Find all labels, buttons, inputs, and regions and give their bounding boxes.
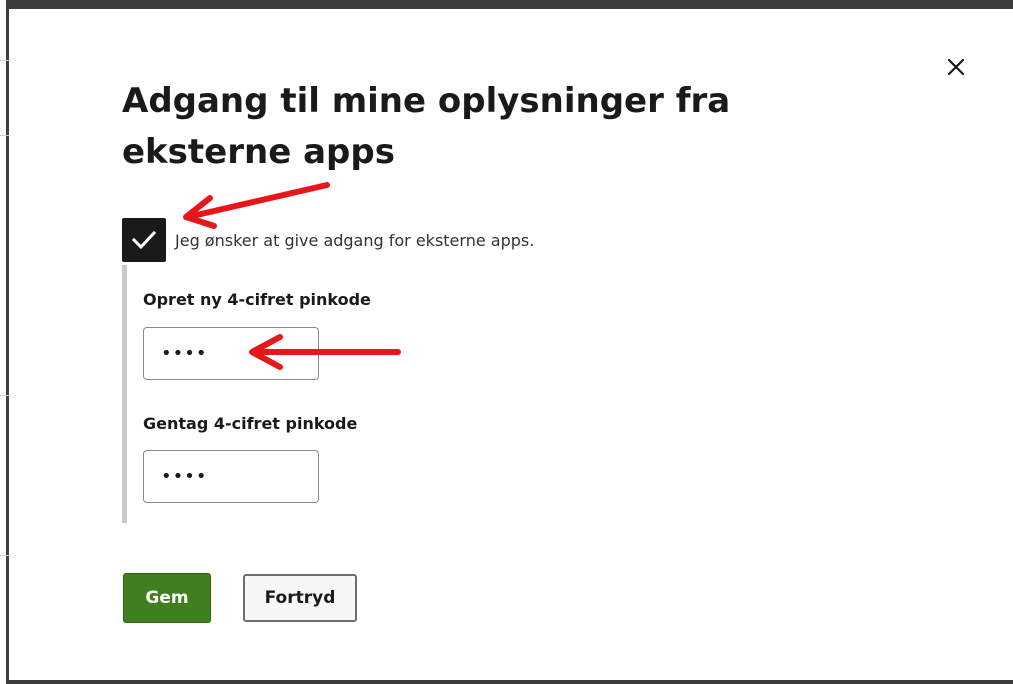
backdrop-divider	[0, 395, 9, 396]
nested-section-indicator	[122, 265, 127, 523]
repeat-pin-label: Gentag 4-cifret pinkode	[143, 414, 358, 433]
backdrop-left-edge	[0, 0, 9, 684]
save-button[interactable]: Gem	[123, 573, 211, 623]
backdrop-top-edge	[0, 0, 1013, 9]
screenshot-root: Adgang til mine oplysninger fra eksterne…	[0, 0, 1013, 684]
close-icon	[947, 58, 965, 76]
backdrop-bottom-edge	[9, 680, 1013, 684]
new-pin-input[interactable]	[143, 327, 319, 380]
checkmark-icon	[131, 230, 157, 250]
backdrop-divider	[0, 555, 9, 556]
backdrop-divider	[0, 135, 9, 136]
external-apps-checkbox[interactable]	[122, 218, 166, 262]
close-button[interactable]	[933, 44, 979, 90]
external-apps-checkbox-label: Jeg ønsker at give adgang for eksterne a…	[175, 231, 535, 250]
repeat-pin-input[interactable]	[143, 450, 319, 503]
dialog-title: Adgang til mine oplysninger fra eksterne…	[122, 81, 731, 172]
backdrop-divider	[0, 60, 9, 61]
new-pin-label: Opret ny 4-cifret pinkode	[143, 290, 371, 309]
cancel-button[interactable]: Fortryd	[243, 574, 357, 622]
